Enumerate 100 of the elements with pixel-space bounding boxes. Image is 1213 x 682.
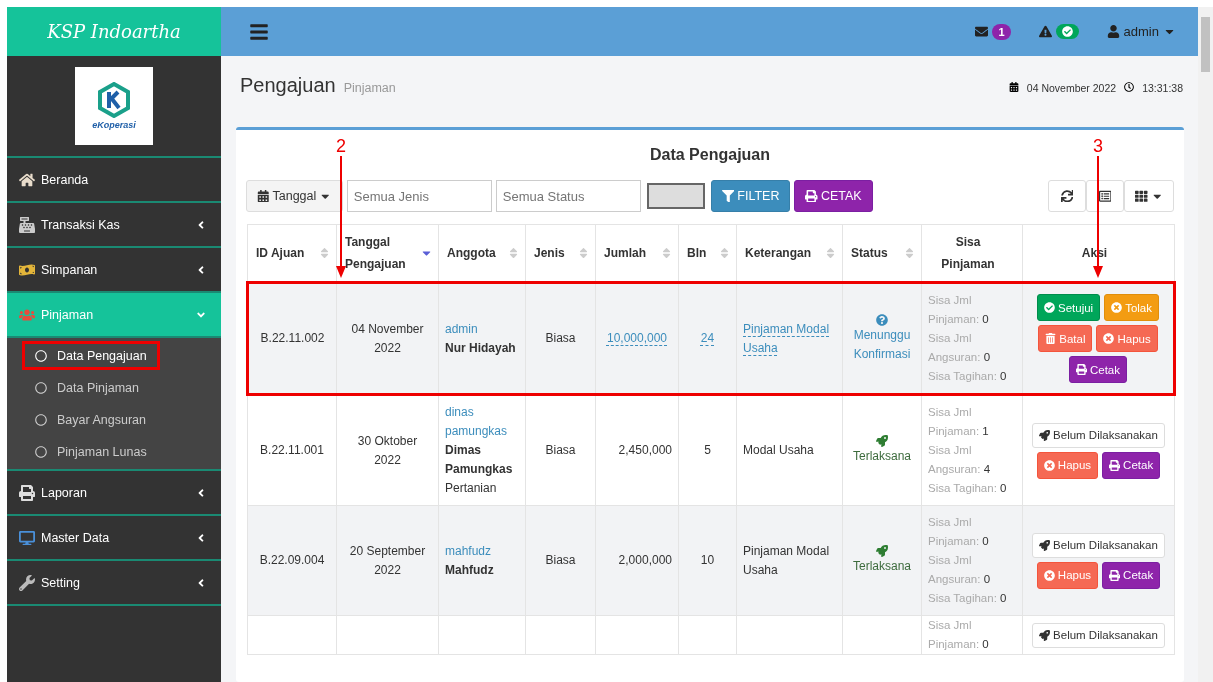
member-name: Dimas Pamungkas [445, 442, 514, 478]
page-subtitle: Pinjaman [343, 81, 397, 95]
annotation-number: 2 [336, 136, 347, 156]
wrench-icon [19, 574, 35, 591]
annotation-number: 3 [1092, 136, 1103, 156]
column-header[interactable]: Jenis [525, 224, 596, 283]
status-text: Menunggu Konfirmasi [852, 326, 912, 363]
column-header[interactable]: Sisa Pinjaman [921, 224, 1023, 283]
monitor-icon [19, 529, 35, 546]
not-executed-button[interactable]: Belum Dilaksanakan [1032, 422, 1165, 448]
columns-button[interactable] [1124, 180, 1174, 212]
rocket-icon [1039, 629, 1051, 641]
refresh-button[interactable] [1048, 180, 1086, 212]
calendar-icon [257, 189, 270, 203]
print-button[interactable]: CETAK [794, 180, 873, 212]
remaining-line: Sisa Jml Pinjaman: 0 [928, 618, 990, 652]
type-field[interactable]: Semua Jenis [346, 180, 492, 212]
alerts-button[interactable] [1038, 24, 1079, 39]
column-header[interactable]: Bln [678, 224, 737, 283]
not-executed-button[interactable]: Belum Dilaksanakan [1032, 622, 1165, 648]
remaining-line: Sisa Tagihan: 0 [928, 481, 1008, 496]
member-name: Mahfudz [445, 561, 495, 579]
print-button[interactable]: Cetak [1102, 451, 1161, 479]
count-badge: 1 [992, 23, 1011, 40]
list-view-button[interactable] [1086, 180, 1124, 212]
column-header[interactable]: Jumlah [595, 224, 679, 283]
remaining-line: Sisa Jml Pinjaman: 0 [928, 293, 990, 327]
printer-icon [1109, 569, 1121, 581]
trash-icon [1045, 333, 1057, 344]
column-header[interactable]: ID Ajuan [247, 224, 337, 283]
table-cell: B.22.11.002 [247, 282, 337, 395]
home-icon [19, 171, 35, 188]
amount: 2,000,000 [618, 553, 672, 567]
printer-icon [1109, 459, 1121, 471]
brand-title: KSP Indoartha [7, 7, 221, 56]
date-text: 04 November 2022 [1026, 82, 1117, 94]
remaining-line: Sisa Jml Pinjaman: 0 [928, 515, 990, 549]
refresh-icon [1060, 189, 1074, 203]
printer-icon [805, 189, 818, 203]
remaining-line: Sisa Jml Angsuran: 0 [928, 331, 992, 365]
list-icon [1098, 189, 1112, 203]
status-text: Terlaksana [853, 448, 911, 465]
table-cell: 30 Oktober 2022 [336, 394, 439, 506]
grid-icon [1135, 189, 1148, 203]
user-icon [1106, 25, 1120, 38]
card-title: Data Pengajuan [650, 145, 770, 165]
member-group: Pertanian [445, 479, 519, 498]
calendar-icon [1008, 82, 1019, 92]
print-button[interactable]: Cetak [1068, 356, 1127, 383]
column-header[interactable]: Status [842, 224, 922, 283]
money-icon [19, 261, 35, 278]
submenu-item[interactable]: Pinjaman Lunas [22, 437, 160, 466]
time-text: 13:31:38 [1142, 82, 1183, 94]
envelope-icon [975, 25, 989, 38]
remaining-line: Sisa Jml Angsuran: 0 [928, 553, 992, 587]
table-cell: Biasa [525, 505, 596, 616]
empty-field[interactable] [646, 183, 705, 209]
table-cell: Biasa [525, 394, 596, 506]
amount: 2,450,000 [618, 443, 672, 457]
remaining-line: Sisa Jml Angsuran: 4 [928, 443, 992, 477]
months: 5 [704, 443, 711, 457]
description: Modal Usaha [743, 443, 814, 457]
question-icon [876, 313, 888, 326]
filter-icon [721, 189, 735, 203]
table-cell: B.22.09.004 [247, 505, 337, 616]
messages-button[interactable]: 1 [975, 23, 1011, 40]
page-title: Pengajuan [240, 74, 336, 97]
description: Pinjaman Modal Usaha [743, 543, 830, 577]
status-text: Terlaksana [853, 558, 911, 575]
remaining-line: Sisa Tagihan: 0 [928, 591, 1008, 606]
date-filter-button[interactable]: Tanggal [246, 180, 343, 212]
print-button[interactable]: Cetak [1102, 561, 1161, 589]
scrollbar[interactable] [1198, 7, 1213, 682]
rocket-icon [876, 435, 888, 447]
submenu-item[interactable]: Data Pengajuan [22, 341, 160, 370]
column-header[interactable]: Keterangan [736, 224, 843, 283]
printer-icon [1075, 364, 1087, 375]
logo: eKoperasi [75, 67, 153, 145]
rocket-icon [876, 545, 888, 557]
months: 10 [700, 553, 715, 567]
username-link[interactable]: dinas pamungkas [445, 403, 519, 441]
printer-icon [19, 484, 35, 501]
remaining-line: Sisa Jml Pinjaman: 1 [928, 405, 990, 439]
column-header[interactable]: Anggota [438, 224, 526, 283]
table-cell: B.22.11.001 [247, 394, 337, 506]
rocket-icon [1039, 429, 1051, 441]
user-menu[interactable]: admin [1106, 24, 1176, 39]
clock-icon [1124, 82, 1135, 92]
menu-icon[interactable] [249, 21, 269, 42]
submenu-item[interactable]: Data Pinjaman [22, 373, 152, 402]
submenu-item[interactable]: Bayar Angsuran [22, 405, 159, 434]
rocket-icon [1039, 539, 1051, 551]
member-name: Nur Hidayah [445, 339, 517, 357]
not-executed-button[interactable]: Belum Dilaksanakan [1032, 532, 1165, 558]
table-cell: 20 September 2022 [336, 505, 439, 616]
status-field[interactable]: Semua Status [495, 180, 641, 212]
remaining-line: Sisa Tagihan: 0 [928, 369, 1008, 384]
check-badge [1055, 24, 1079, 39]
warning-icon [1038, 25, 1052, 38]
filter-button[interactable]: FILTER [710, 180, 791, 212]
